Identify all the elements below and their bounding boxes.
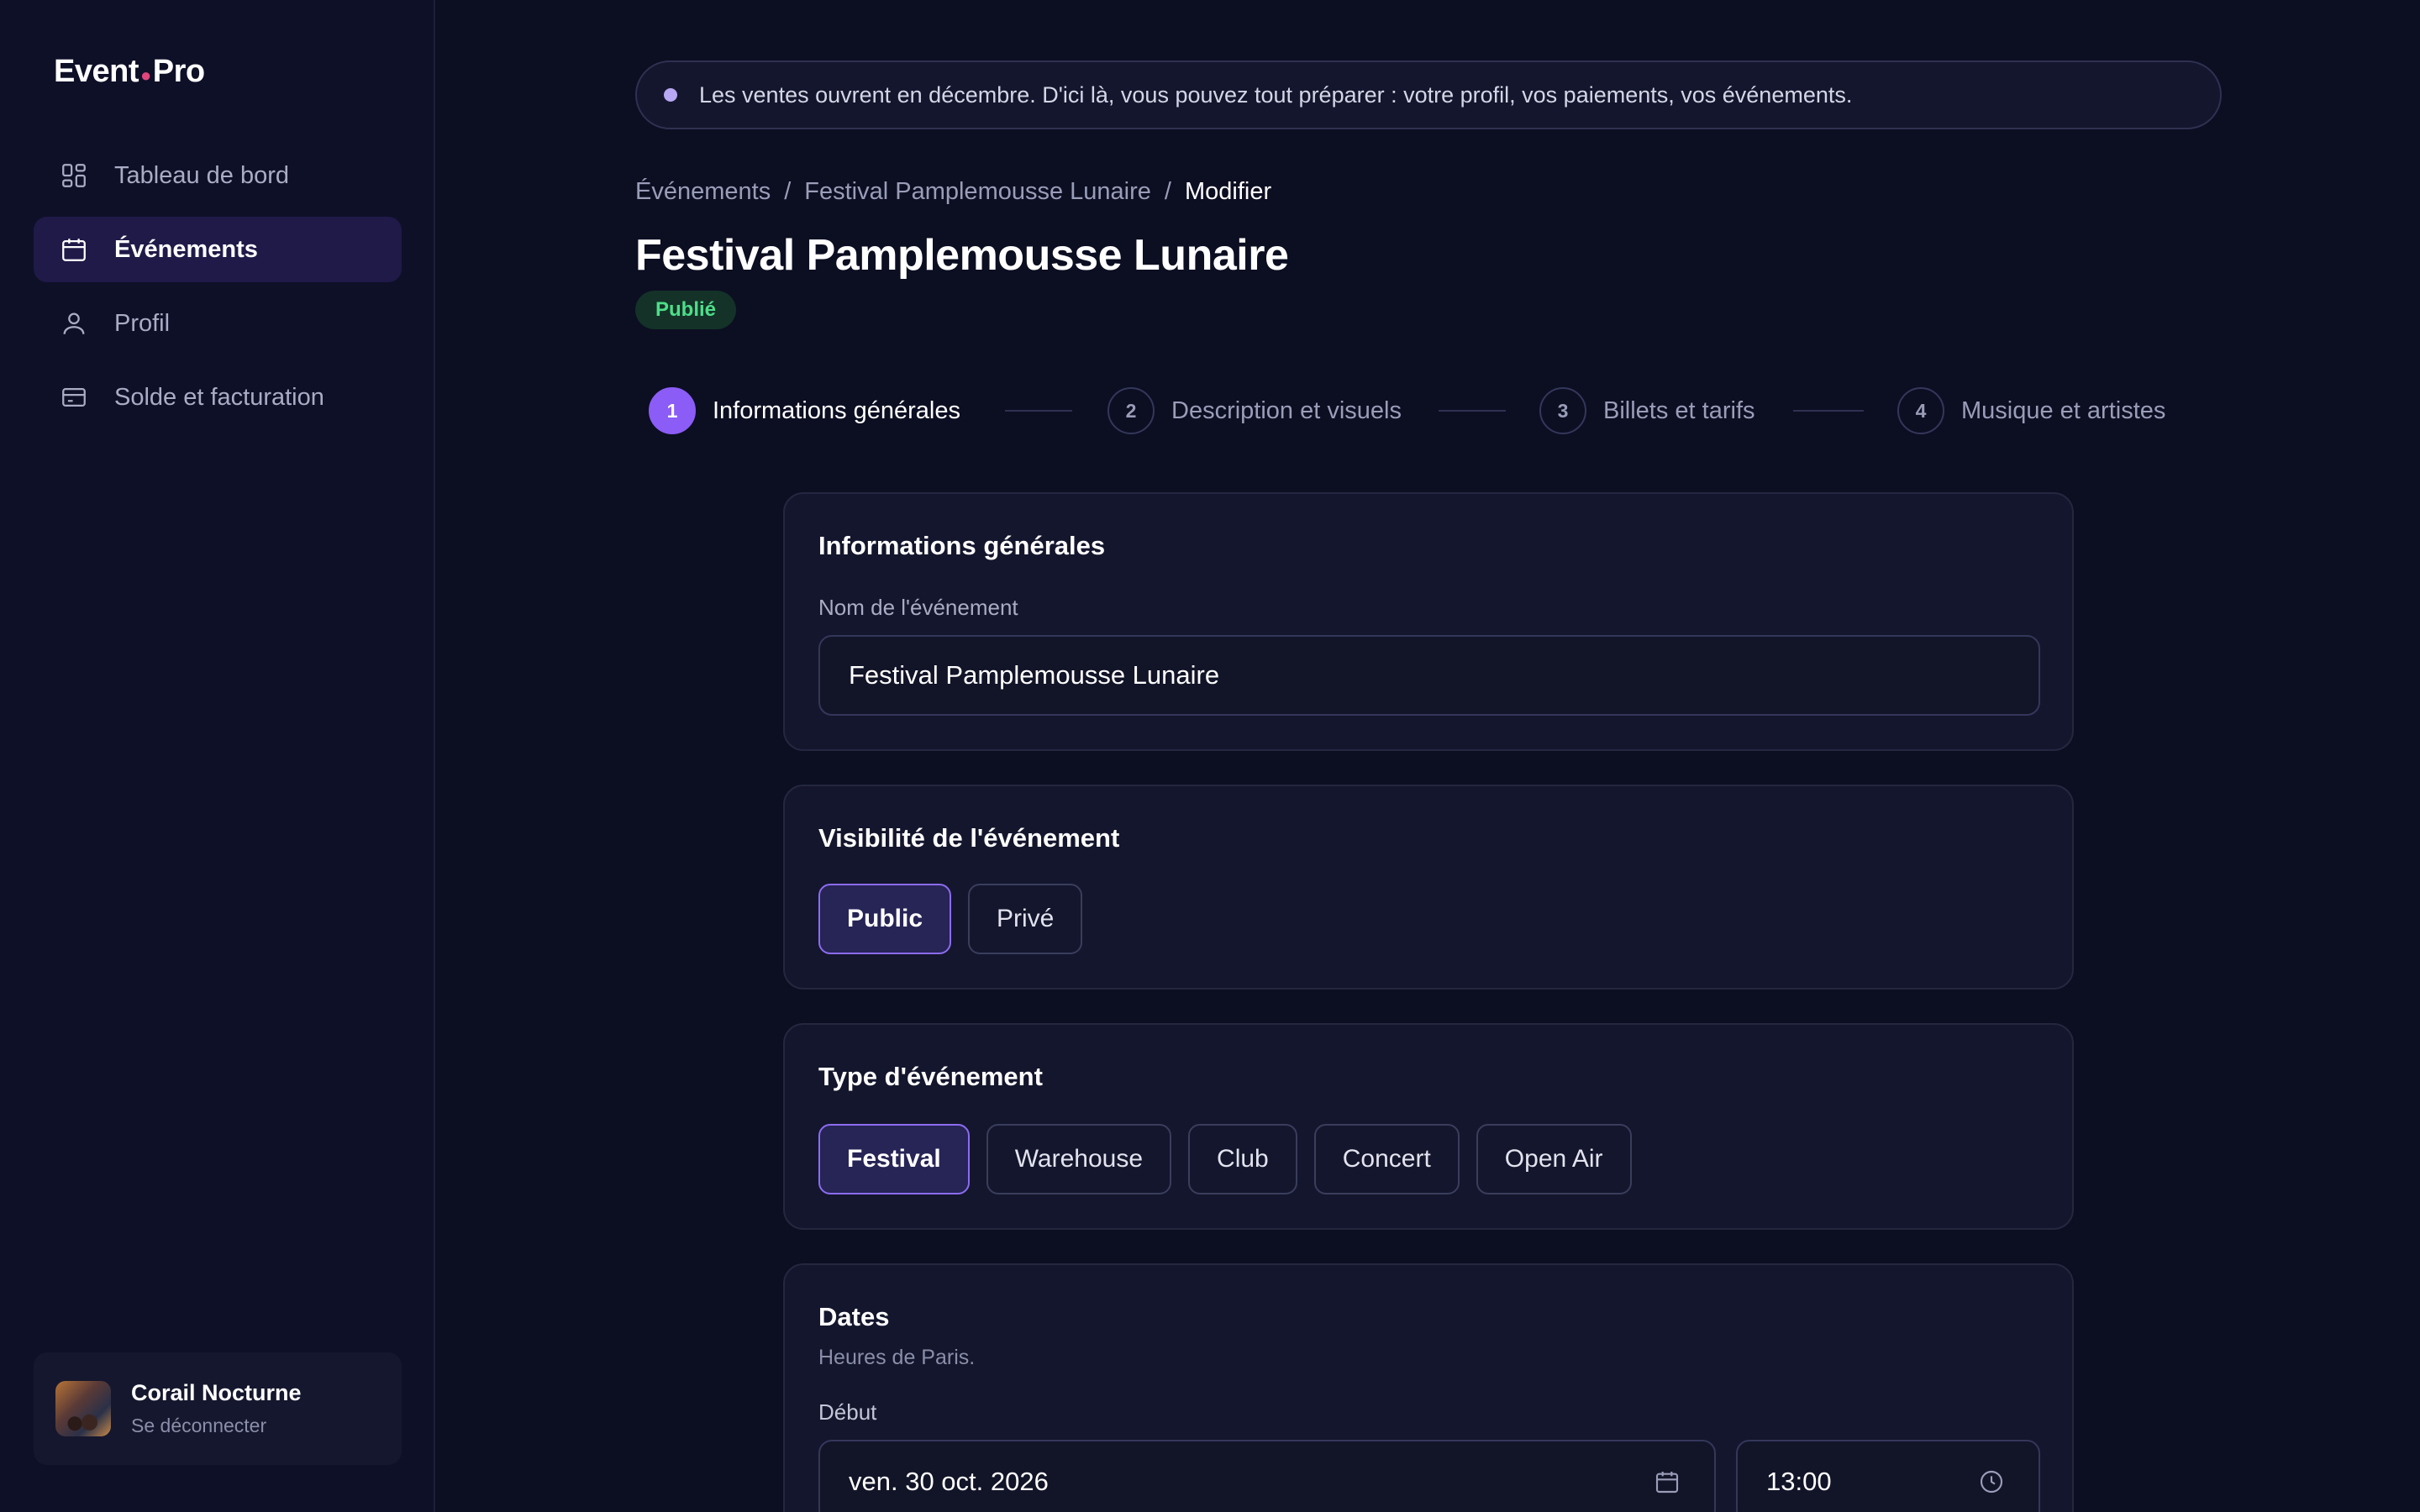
sidebar-item-label: Événements	[114, 235, 258, 263]
logout-link[interactable]: Se déconnecter	[131, 1415, 302, 1437]
breadcrumb-current: Modifier	[1184, 178, 1272, 205]
breadcrumb-events[interactable]: Événements	[635, 178, 771, 206]
type-club-option[interactable]: Club	[1188, 1124, 1297, 1194]
sidebar-nav: Tableau de bord Événements Profil Solde …	[34, 143, 402, 438]
step-number: 4	[1897, 387, 1944, 434]
type-warehouse-option[interactable]: Warehouse	[986, 1124, 1172, 1194]
step-label: Description et visuels	[1171, 396, 1402, 424]
step-connector	[1005, 410, 1072, 412]
step-connector	[1439, 410, 1506, 412]
user-info: Corail Nocturne Se déconnecter	[131, 1380, 302, 1437]
breadcrumb-separator: /	[1164, 178, 1171, 205]
logo-dot-icon: ●	[139, 65, 151, 86]
logo-text-left: Event	[54, 54, 139, 89]
dashboard-icon	[59, 160, 89, 191]
info-dot-icon	[664, 88, 677, 102]
info-banner: Les ventes ouvrent en décembre. D'ici là…	[635, 60, 2222, 129]
visibility-card: Visibilité de l'événement Public Privé	[783, 785, 2074, 990]
start-date-value: ven. 30 oct. 2026	[849, 1467, 1049, 1496]
step-description[interactable]: 2 Description et visuels	[1107, 386, 1402, 435]
card-title: Type d'événement	[818, 1062, 1043, 1091]
step-number: 1	[649, 387, 696, 434]
visibility-private-option[interactable]: Privé	[968, 884, 1083, 954]
clock-icon[interactable]	[1978, 1468, 2005, 1495]
visibility-options: Public Privé	[818, 884, 1083, 954]
dates-card: Dates Heures de Paris. Début ven. 30 oct…	[783, 1263, 2074, 1512]
sidebar: Event●Pro Tableau de bord Événements Pro…	[0, 0, 435, 1512]
start-label: Début	[818, 1399, 877, 1425]
step-tickets[interactable]: 3 Billets et tarifs	[1539, 386, 1755, 435]
step-label: Informations générales	[713, 396, 960, 424]
card-title: Dates	[818, 1302, 890, 1331]
user-name: Corail Nocturne	[131, 1380, 302, 1405]
sidebar-item-label: Tableau de bord	[114, 161, 289, 189]
sidebar-item-dashboard[interactable]: Tableau de bord	[34, 143, 402, 208]
event-name-label: Nom de l'événement	[818, 595, 1018, 620]
stepper: 1 Informations générales 2 Description e…	[649, 386, 2195, 435]
step-label: Billets et tarifs	[1603, 396, 1755, 424]
start-time-input[interactable]: 13:00	[1736, 1440, 2040, 1512]
status-badge: Publié	[635, 291, 737, 329]
event-type-card: Type d'événement Festival Warehouse Club…	[783, 1023, 2074, 1230]
type-concert-option[interactable]: Concert	[1313, 1124, 1460, 1194]
sidebar-item-label: Profil	[114, 309, 171, 337]
sidebar-item-profile[interactable]: Profil	[34, 291, 402, 356]
breadcrumb: Événements / Festival Pamplemousse Lunai…	[635, 178, 1271, 206]
event-type-options: Festival Warehouse Club Concert Open Air	[818, 1124, 1632, 1194]
step-general-info[interactable]: 1 Informations générales	[649, 386, 960, 435]
user-icon	[59, 308, 89, 339]
step-number: 2	[1107, 387, 1155, 434]
type-open-air-option[interactable]: Open Air	[1476, 1124, 1632, 1194]
card-title: Informations générales	[818, 531, 1106, 560]
step-music[interactable]: 4 Musique et artistes	[1897, 386, 2165, 435]
step-number: 3	[1539, 387, 1586, 434]
visibility-public-option[interactable]: Public	[818, 884, 952, 954]
logo-text-right: Pro	[152, 54, 205, 89]
sidebar-item-events[interactable]: Événements	[34, 217, 402, 282]
breadcrumb-separator: /	[784, 178, 792, 205]
sidebar-item-label: Solde et facturation	[114, 383, 324, 411]
calendar-icon[interactable]	[1654, 1468, 1681, 1495]
timezone-note: Heures de Paris.	[818, 1346, 976, 1369]
user-card[interactable]: Corail Nocturne Se déconnecter	[34, 1352, 402, 1465]
general-info-card: Informations générales Nom de l'événemen…	[783, 492, 2074, 751]
card-title: Visibilité de l'événement	[818, 823, 1120, 853]
calendar-icon	[59, 234, 89, 265]
sidebar-item-billing[interactable]: Solde et facturation	[34, 365, 402, 430]
app-logo[interactable]: Event●Pro	[54, 54, 205, 90]
breadcrumb-event[interactable]: Festival Pamplemousse Lunaire	[804, 178, 1151, 206]
step-connector	[1793, 410, 1864, 412]
page-title: Festival Pamplemousse Lunaire	[635, 231, 1289, 280]
step-label: Musique et artistes	[1961, 396, 2166, 424]
avatar	[55, 1381, 111, 1436]
banner-text: Les ventes ouvrent en décembre. D'ici là…	[699, 81, 1853, 108]
type-festival-option[interactable]: Festival	[818, 1124, 970, 1194]
start-date-input[interactable]: ven. 30 oct. 2026	[818, 1440, 1716, 1512]
credit-card-icon	[59, 382, 89, 412]
start-time-value: 13:00	[1766, 1467, 1832, 1496]
event-name-input[interactable]: Festival Pamplemousse Lunaire	[818, 635, 2040, 716]
